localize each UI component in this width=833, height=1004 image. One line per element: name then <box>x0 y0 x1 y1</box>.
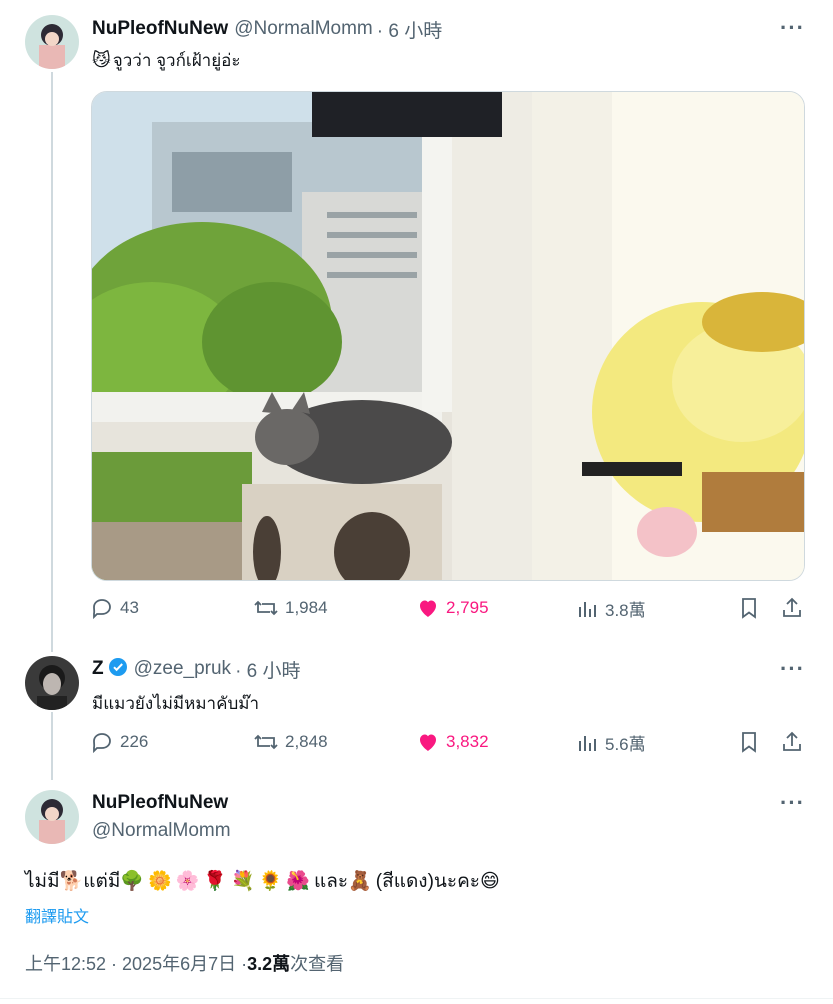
views-total: 3.2萬 <box>247 954 291 974</box>
display-name[interactable]: NuPleofNuNew <box>92 792 228 814</box>
thread-connector <box>51 712 53 780</box>
reply-count: 226 <box>120 732 149 751</box>
display-name[interactable]: Z <box>92 658 104 680</box>
tweet-text-part: และ <box>314 871 349 892</box>
verified-badge-icon <box>108 657 128 682</box>
retweet-icon <box>254 734 278 750</box>
reply-count: 43 <box>120 598 139 617</box>
like-button[interactable]: 2,795 <box>416 596 489 620</box>
tweet-text-part: ไม่มี <box>25 871 60 892</box>
avatar[interactable] <box>25 656 79 710</box>
tweet-text: ไม่มี 🐕 แต่มี 🌳🌼🌸🌹💐🌻🌺 และ 🧸 (สีแดง)นะคะ … <box>25 866 500 896</box>
retweet-count: 1,984 <box>285 598 328 617</box>
emoji-cat-icon: 😼 <box>92 49 111 70</box>
reply-button[interactable]: 43 <box>90 596 139 620</box>
share-icon <box>783 597 801 617</box>
like-count: 3,832 <box>446 732 489 751</box>
more-options-icon[interactable]: ··· <box>780 15 805 41</box>
share-button[interactable] <box>780 596 810 620</box>
flower-emojis-icon: 🌳🌼🌸🌹💐🌻🌺 <box>120 871 314 892</box>
tweet-text-part: แต่มี <box>83 871 121 892</box>
thread-connector <box>51 72 53 652</box>
analytics-icon <box>579 601 596 617</box>
views-button[interactable]: 3.8萬 <box>577 596 646 621</box>
views-count: 3.8萬 <box>605 601 646 620</box>
dog-emoji-icon: 🐕 <box>59 871 84 892</box>
divider <box>0 998 833 999</box>
user-handle[interactable]: @NormalMomm <box>234 18 373 40</box>
post-time[interactable]: · 6 小時 <box>235 656 300 683</box>
analytics-icon <box>579 735 596 751</box>
retweet-count: 2,848 <box>285 732 328 751</box>
retweet-button[interactable]: 1,984 <box>253 596 328 620</box>
translate-link[interactable]: 翻譯貼文 <box>25 903 89 927</box>
more-options-icon[interactable]: ··· <box>780 656 805 682</box>
display-name[interactable]: NuPleofNuNew <box>92 18 228 40</box>
retweet-icon <box>254 600 278 616</box>
tweet-text-part: (สีแดง)นะคะ <box>375 871 481 892</box>
tweet-actions: 43 1,984 2,795 3.8萬 <box>90 596 806 626</box>
views-label: 次查看 <box>290 954 345 974</box>
bookmark-button[interactable] <box>738 596 766 620</box>
share-button[interactable] <box>780 730 810 754</box>
heart-filled-icon <box>420 734 436 751</box>
like-button[interactable]: 3,832 <box>416 730 489 754</box>
avatar[interactable] <box>25 790 79 844</box>
tweet-text: มีแมวยังไม่มีหมาคับม๊า <box>92 694 260 713</box>
bookmark-icon <box>742 732 756 753</box>
tweet-actions: 226 2,848 3,832 5.6萬 <box>90 730 806 760</box>
smile-emoji-icon: 😄 <box>480 870 500 892</box>
reply-icon <box>93 599 111 620</box>
retweet-button[interactable]: 2,848 <box>253 730 328 754</box>
heart-filled-icon <box>420 600 436 617</box>
more-options-icon[interactable]: ··· <box>780 790 805 816</box>
bookmark-button[interactable] <box>738 730 766 754</box>
views-button[interactable]: 5.6萬 <box>577 730 646 755</box>
like-count: 2,795 <box>446 598 489 617</box>
teddy-bear-emoji-icon: 🧸 <box>348 871 372 892</box>
user-handle[interactable]: @zee_pruk <box>134 658 231 680</box>
post-meta: 上午12:52 · 2025年6月7日 · 3.2萬 次查看 <box>25 951 344 975</box>
post-time[interactable]: · 6 小時 <box>377 16 442 43</box>
share-icon <box>783 731 801 751</box>
views-count: 5.6萬 <box>605 735 646 754</box>
user-handle[interactable]: @NormalMomm <box>92 820 231 842</box>
tweet-photo[interactable] <box>91 91 805 581</box>
avatar[interactable] <box>25 15 79 69</box>
bookmark-icon <box>742 598 756 619</box>
reply-button[interactable]: 226 <box>90 730 148 754</box>
reply-icon <box>93 733 111 754</box>
tweet-text: จูวว่า จูวก์เฝ้ายู่อ่ะ <box>112 50 241 70</box>
post-timestamp[interactable]: 上午12:52 · 2025年6月7日 · <box>25 950 247 976</box>
